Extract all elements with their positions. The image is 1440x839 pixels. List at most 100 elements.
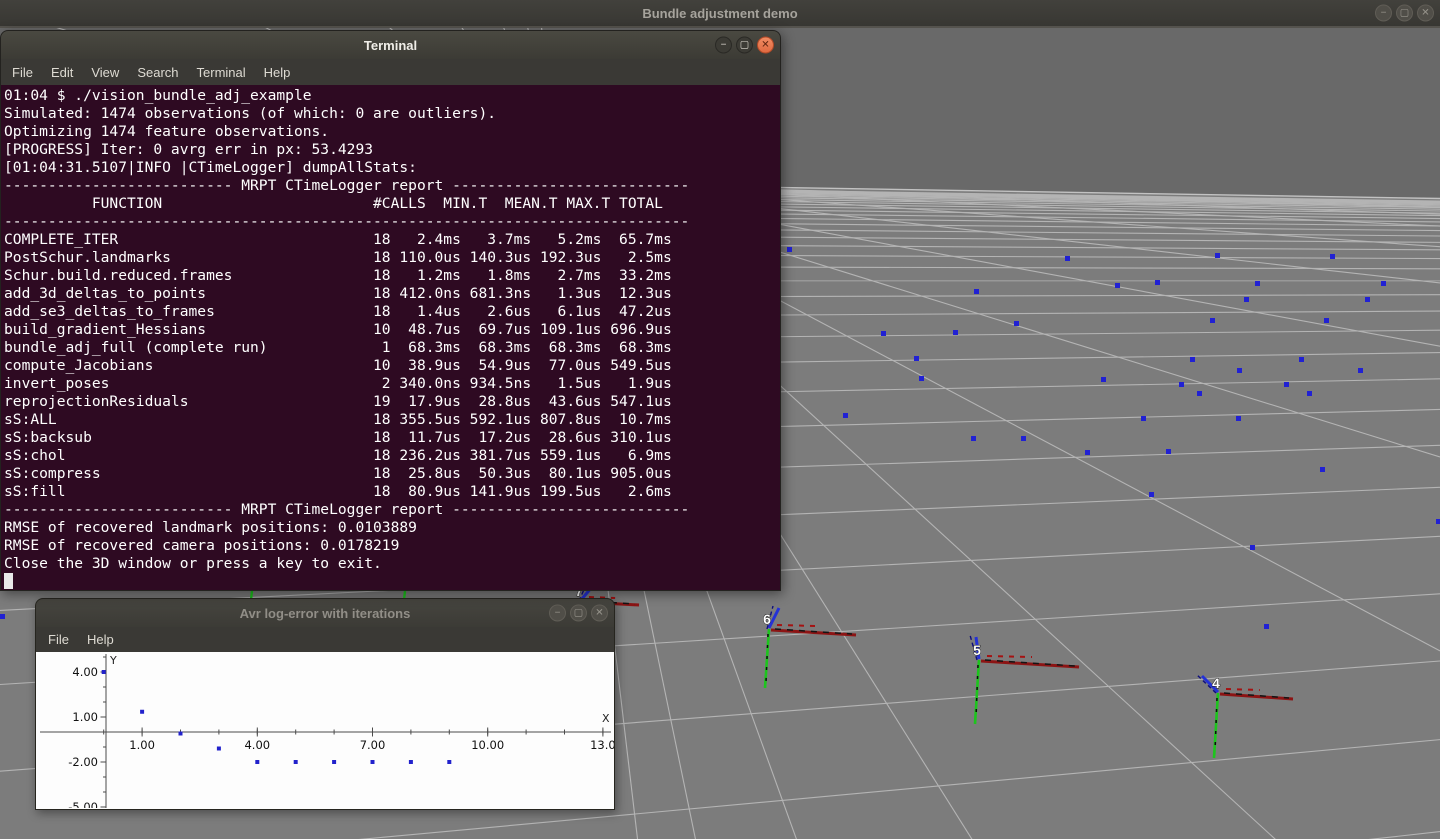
y-axis-label: Y (109, 654, 117, 667)
landmark-point (914, 356, 919, 361)
plot-window-buttons: − ▢ ✕ (549, 605, 608, 622)
landmark-point (1215, 253, 1220, 258)
landmark-point (1014, 321, 1019, 326)
landmark-point (1065, 256, 1070, 261)
data-point (217, 747, 221, 751)
minimize-icon[interactable]: − (549, 605, 566, 622)
y-tick-label: 1.00 (72, 710, 98, 724)
terminal-menu-terminal[interactable]: Terminal (188, 65, 255, 80)
landmark-point (881, 331, 886, 336)
x-tick-label: 1.00 (129, 738, 155, 752)
landmark-point (1284, 382, 1289, 387)
data-point (409, 760, 413, 764)
plot-area: Y X 4.00 1.00 -2.00 -5.00 1.00 4.00 7.00 10.00 13.… (35, 652, 615, 810)
terminal-menu-file[interactable]: File (3, 65, 42, 80)
x-tick-label: 4.00 (244, 738, 270, 752)
landmark-point (1381, 281, 1386, 286)
x-tick-label: 13.0 (590, 738, 614, 752)
terminal-menu-view[interactable]: View (82, 65, 128, 80)
data-point (179, 732, 183, 736)
landmark-point (1021, 436, 1026, 441)
landmark-point (1085, 450, 1090, 455)
landmark-point (1179, 382, 1184, 387)
main-window-title: Bundle adjustment demo (642, 6, 797, 21)
data-point (102, 670, 106, 674)
landmark-point (1237, 368, 1242, 373)
camera-label: 6 (763, 611, 771, 627)
maximize-icon[interactable]: ▢ (1396, 5, 1413, 22)
camera-label: 5 (973, 642, 981, 658)
terminal-menu-edit[interactable]: Edit (42, 65, 82, 80)
landmark-point (1101, 377, 1106, 382)
terminal-menubar: FileEditViewSearchTerminalHelp (0, 59, 781, 85)
minimize-icon[interactable]: − (715, 37, 732, 54)
landmark-point (1324, 318, 1329, 323)
maximize-icon[interactable]: ▢ (736, 37, 753, 54)
landmark-point (1210, 318, 1215, 323)
y-tick-label: 4.00 (72, 665, 98, 679)
landmark-point (1166, 449, 1171, 454)
main-window-titlebar[interactable]: Bundle adjustment demo − ▢ ✕ (0, 0, 1440, 28)
landmark-point (1330, 254, 1335, 259)
terminal-titlebar[interactable]: Terminal − ▢ ✕ (0, 30, 781, 59)
landmark-point (1141, 416, 1146, 421)
terminal-text: 01:04 $ ./vision_bundle_adj_example Simu… (1, 85, 780, 573)
data-point (255, 760, 259, 764)
close-icon[interactable]: ✕ (591, 605, 608, 622)
plot-menu-file[interactable]: File (39, 632, 78, 647)
plot-menubar: FileHelp (35, 627, 615, 652)
plot-title: Avr log-error with iterations (240, 606, 411, 621)
data-point (447, 760, 451, 764)
terminal-menu-search[interactable]: Search (128, 65, 187, 80)
main-window-buttons: − ▢ ✕ (1375, 5, 1434, 22)
landmark-point (1250, 545, 1255, 550)
landmark-point (1320, 467, 1325, 472)
y-tick-label: -2.00 (68, 755, 98, 769)
terminal-window-buttons: − ▢ ✕ (715, 37, 774, 54)
landmark-point (1115, 283, 1120, 288)
landmark-point (0, 614, 5, 619)
data-point (294, 760, 298, 764)
desktop: 7654 Bundle adjustment demo − ▢ ✕ Termin… (0, 0, 1440, 839)
x-tick-label: 10.00 (471, 738, 504, 752)
data-point (371, 760, 375, 764)
landmark-point (1155, 280, 1160, 285)
terminal-menu-help[interactable]: Help (255, 65, 300, 80)
landmark-point (971, 436, 976, 441)
data-point (332, 760, 336, 764)
terminal-output[interactable]: 01:04 $ ./vision_bundle_adj_example Simu… (0, 85, 781, 591)
plot-titlebar[interactable]: Avr log-error with iterations − ▢ ✕ (35, 598, 615, 627)
landmark-point (1149, 492, 1154, 497)
terminal-cursor (4, 573, 13, 589)
y-tick-label: -5.00 (68, 800, 98, 808)
terminal-window: Terminal − ▢ ✕ FileEditViewSearchTermina… (0, 30, 781, 591)
landmark-point (1365, 297, 1370, 302)
maximize-icon[interactable]: ▢ (570, 605, 587, 622)
landmark-point (787, 247, 792, 252)
landmark-point (1299, 357, 1304, 362)
x-axis-label: X (602, 712, 610, 725)
landmark-point (1264, 624, 1269, 629)
camera-label: 4 (1212, 675, 1220, 691)
landmark-point (953, 330, 958, 335)
close-icon[interactable]: ✕ (1417, 5, 1434, 22)
data-point (140, 710, 144, 714)
landmark-point (1358, 368, 1363, 373)
minimize-icon[interactable]: − (1375, 5, 1392, 22)
landmark-point (1436, 519, 1440, 524)
plot-window: Avr log-error with iterations − ▢ ✕ File… (35, 598, 615, 810)
landmark-point (1197, 391, 1202, 396)
landmark-point (1255, 281, 1260, 286)
terminal-title: Terminal (364, 38, 417, 53)
close-icon[interactable]: ✕ (757, 37, 774, 54)
landmark-point (919, 376, 924, 381)
landmark-point (1236, 416, 1241, 421)
x-tick-label: 7.00 (360, 738, 386, 752)
landmark-point (1307, 391, 1312, 396)
landmark-point (1190, 357, 1195, 362)
plot-menu-help[interactable]: Help (78, 632, 123, 647)
landmark-point (974, 289, 979, 294)
landmark-point (1244, 297, 1249, 302)
scatter-chart: Y X 4.00 1.00 -2.00 -5.00 1.00 4.00 7.00 10.00 13.… (36, 652, 614, 808)
landmark-point (843, 413, 848, 418)
